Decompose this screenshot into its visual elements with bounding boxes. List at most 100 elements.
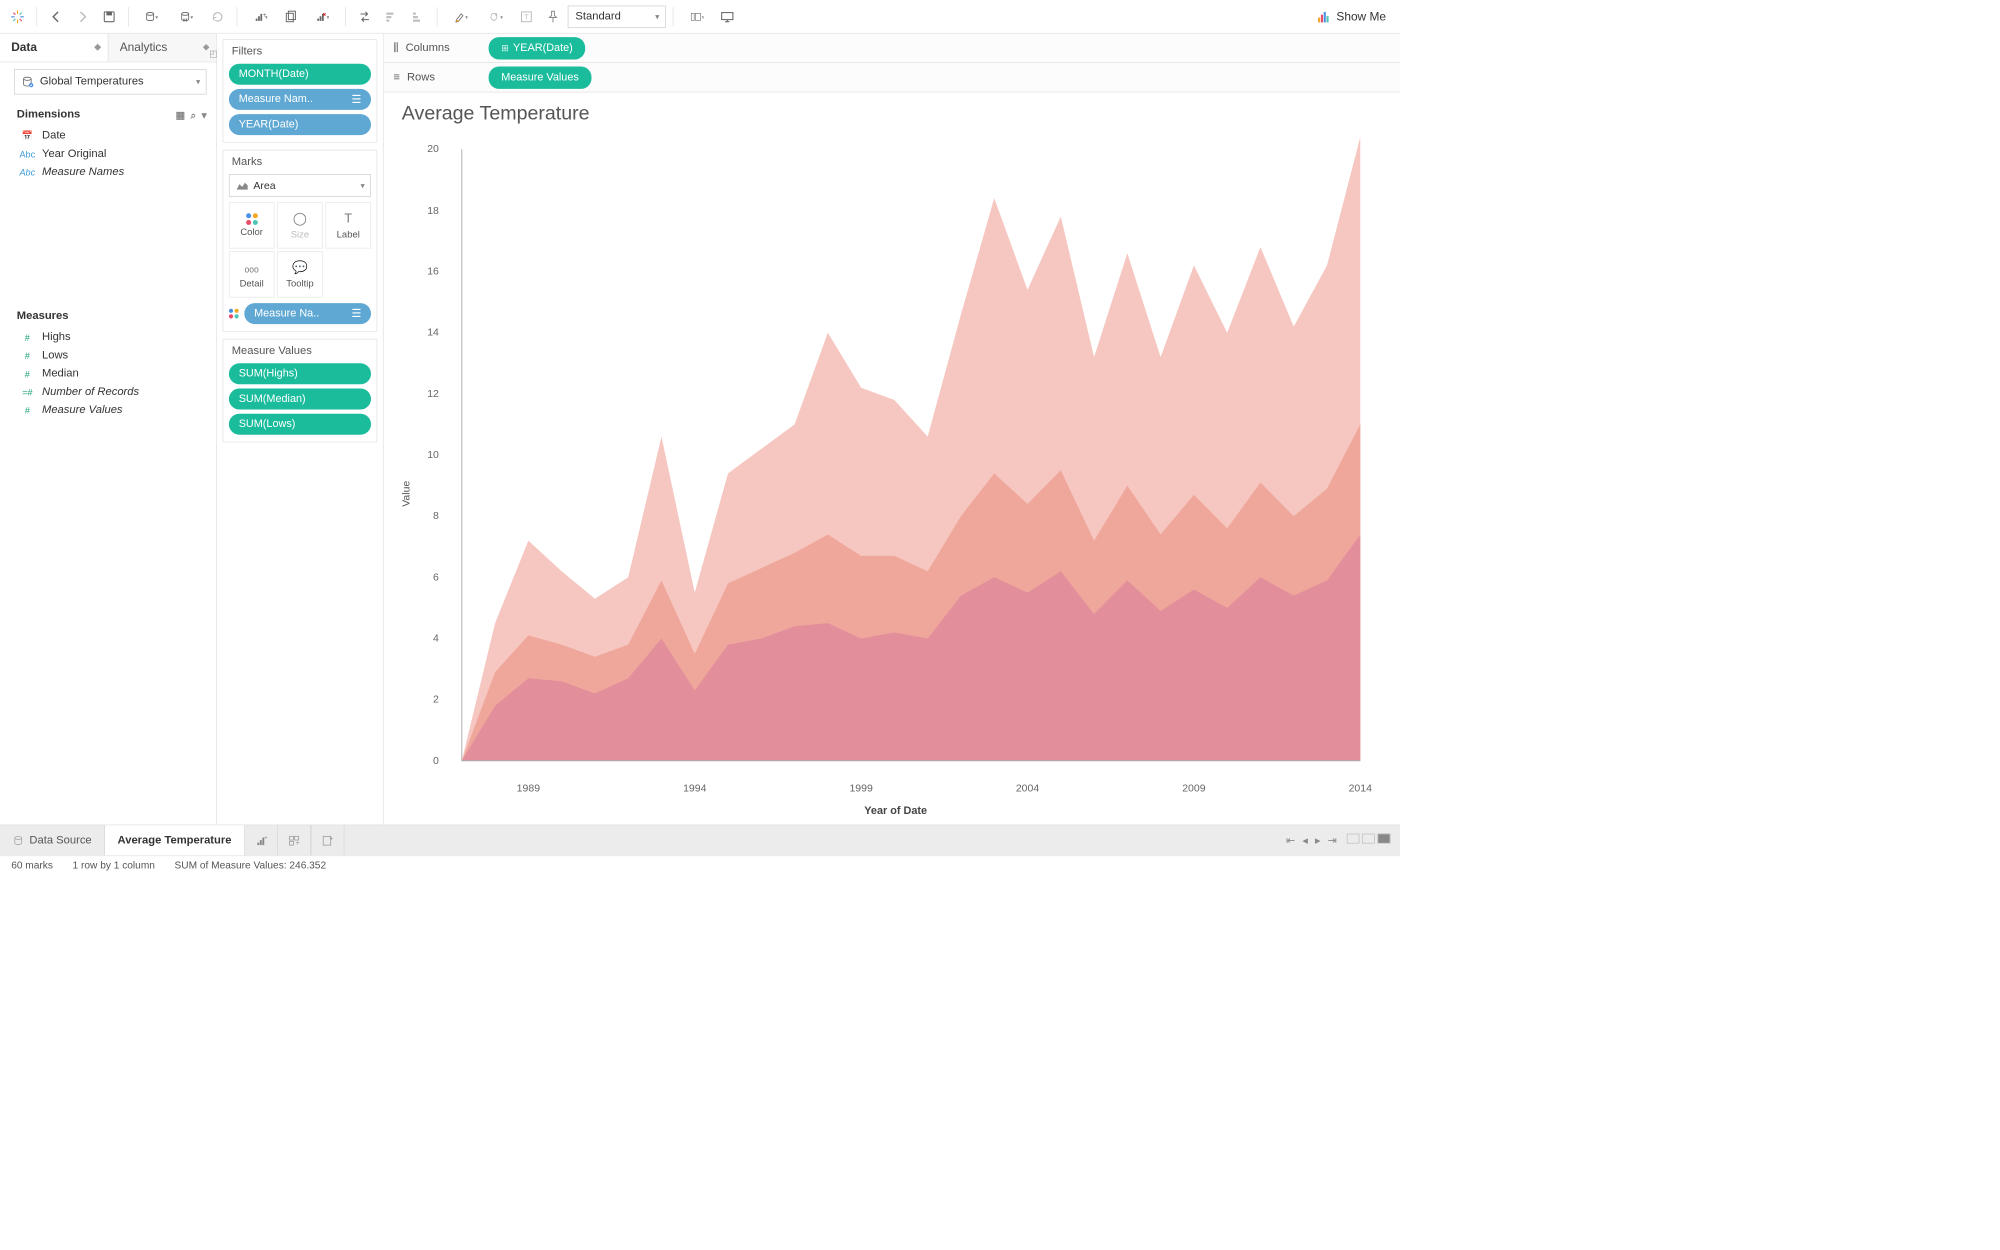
- search-icon[interactable]: ⌕: [190, 109, 195, 121]
- x-tick: 1989: [517, 783, 540, 795]
- new-worksheet-tab[interactable]: +: [245, 825, 278, 855]
- text-label-button[interactable]: T: [515, 5, 539, 29]
- menu-icon[interactable]: ▾: [202, 109, 207, 121]
- filter-context-icon[interactable]: ◰: [209, 48, 218, 59]
- svg-text:▾: ▾: [465, 15, 467, 21]
- filter-pill[interactable]: Measure Nam..☰: [229, 89, 371, 110]
- swap-button[interactable]: [353, 5, 377, 29]
- sort-asc-button[interactable]: [379, 5, 403, 29]
- field-type-icon: Abc: [20, 167, 35, 178]
- status-marks: 60 marks: [11, 860, 53, 871]
- fit-selector[interactable]: Standard: [568, 5, 666, 27]
- rows-shelf[interactable]: ≡Rows Measure Values: [384, 63, 1400, 92]
- measure-value-pill[interactable]: SUM(Highs): [229, 363, 371, 384]
- filters-card: Filters ◰ MONTH(Date)Measure Nam..☰YEAR(…: [223, 39, 378, 143]
- shelves-column: Filters ◰ MONTH(Date)Measure Nam..☰YEAR(…: [217, 34, 384, 825]
- nav-first-icon[interactable]: ⇤: [1286, 833, 1295, 847]
- rows-pill[interactable]: Measure Values: [489, 66, 592, 88]
- back-button[interactable]: [44, 5, 68, 29]
- marks-detail[interactable]: ₒₒₒDetail: [229, 251, 275, 297]
- measure-values-card: Measure Values SUM(Highs) SUM(Median) SUM(…: [223, 339, 378, 443]
- filters-label: Filters: [223, 40, 376, 64]
- status-sum: SUM of Measure Values: 246.352: [175, 860, 327, 871]
- area-chart[interactable]: [443, 127, 1379, 782]
- nav-prev-icon[interactable]: ◂: [1302, 833, 1308, 847]
- field-type-icon: #: [20, 350, 35, 361]
- viz-column: ⫼Columns ⊞YEAR(Date) ≡Rows Measure Value…: [384, 34, 1400, 825]
- measure-number-of-records[interactable]: =#Number of Records: [0, 383, 216, 401]
- group-button[interactable]: ▾: [480, 5, 512, 29]
- y-axis-label: Value: [398, 127, 413, 817]
- measure-median[interactable]: #Median: [0, 365, 216, 383]
- clear-sheet-button[interactable]: ▾: [306, 5, 338, 29]
- logo-icon[interactable]: [6, 5, 30, 29]
- measure-highs[interactable]: #Highs: [0, 328, 216, 346]
- duplicate-sheet-button[interactable]: [279, 5, 303, 29]
- y-tick: 18: [427, 204, 439, 216]
- y-tick: 8: [433, 510, 439, 522]
- tab-data[interactable]: Data◆: [0, 34, 108, 62]
- y-tick: 10: [427, 449, 439, 461]
- marks-label: Marks: [223, 151, 376, 175]
- x-tick: 2004: [1016, 783, 1039, 795]
- svg-text:T: T: [524, 14, 529, 21]
- mark-type-selector[interactable]: Area: [229, 174, 371, 196]
- tab-data-source[interactable]: Data Source: [0, 825, 105, 855]
- filter-pill[interactable]: MONTH(Date): [229, 64, 371, 85]
- sheet-tabs: Data Source Average Temperature + + + ⇤ …: [0, 825, 1400, 856]
- forward-button[interactable]: [71, 5, 95, 29]
- x-tick: 1994: [683, 783, 706, 795]
- show-cards-button[interactable]: ▾: [680, 5, 712, 29]
- y-tick: 20: [427, 143, 439, 155]
- dimension-measure-names[interactable]: AbcMeasure Names: [0, 163, 216, 181]
- color-shelf-icon: [229, 309, 239, 319]
- measure-values-label: Measure Values: [223, 340, 376, 364]
- pause-data-button[interactable]: ▾: [171, 5, 203, 29]
- measure-measure-values[interactable]: #Measure Values: [0, 401, 216, 419]
- columns-pill[interactable]: ⊞YEAR(Date): [489, 37, 586, 59]
- marks-label[interactable]: TLabel: [326, 202, 372, 248]
- measure-value-pill[interactable]: SUM(Median): [229, 389, 371, 410]
- view-mode-tabs[interactable]: [1344, 834, 1390, 847]
- measure-lows[interactable]: #Lows: [0, 347, 216, 365]
- status-layout: 1 row by 1 column: [73, 860, 155, 871]
- show-me-button[interactable]: Show Me: [1308, 9, 1394, 23]
- tab-sheet-active[interactable]: Average Temperature: [105, 825, 245, 855]
- save-button[interactable]: [97, 5, 121, 29]
- new-worksheet-button[interactable]: +▾: [244, 5, 276, 29]
- database-icon: [22, 76, 35, 89]
- marks-color[interactable]: Color: [229, 202, 275, 248]
- new-story-tab[interactable]: +: [311, 825, 344, 855]
- y-tick: 6: [433, 571, 439, 583]
- tab-analytics[interactable]: Analytics◆: [108, 34, 217, 62]
- color-shelf-pill[interactable]: Measure Na..☰: [244, 303, 371, 324]
- marks-tooltip[interactable]: 💬Tooltip: [277, 251, 323, 297]
- new-dashboard-tab[interactable]: +: [278, 825, 311, 855]
- presentation-button[interactable]: [715, 5, 739, 29]
- refresh-button[interactable]: [206, 5, 230, 29]
- nav-last-icon[interactable]: ⇥: [1328, 833, 1337, 847]
- measure-value-pill[interactable]: SUM(Lows): [229, 414, 371, 435]
- y-tick: 4: [433, 633, 439, 645]
- new-data-source-button[interactable]: ▾: [136, 5, 168, 29]
- highlight-button[interactable]: ▾: [445, 5, 477, 29]
- svg-text:▾: ▾: [265, 15, 267, 21]
- svg-text:+: +: [329, 835, 333, 842]
- columns-shelf[interactable]: ⫼Columns ⊞YEAR(Date): [384, 34, 1400, 63]
- y-tick: 2: [433, 694, 439, 706]
- field-type-icon: #: [20, 369, 35, 380]
- dimension-year-original[interactable]: AbcYear Original: [0, 145, 216, 163]
- filter-pill[interactable]: YEAR(Date): [229, 114, 371, 135]
- view-list-icon[interactable]: ▦: [176, 109, 185, 121]
- sort-desc-button[interactable]: [406, 5, 430, 29]
- field-type-icon: #: [20, 332, 35, 343]
- chart-title[interactable]: Average Temperature: [402, 102, 1379, 124]
- pin-button[interactable]: [541, 5, 565, 29]
- field-type-icon: #: [20, 405, 35, 416]
- data-sidebar: Data◆ Analytics◆ Global Temperatures Dim…: [0, 34, 217, 825]
- columns-icon: ⫼: [393, 42, 398, 55]
- nav-next-icon[interactable]: ▸: [1315, 833, 1321, 847]
- datasource-selector[interactable]: Global Temperatures: [14, 69, 207, 94]
- x-tick: 2009: [1182, 783, 1205, 795]
- dimension-date[interactable]: 📅Date: [0, 127, 216, 145]
